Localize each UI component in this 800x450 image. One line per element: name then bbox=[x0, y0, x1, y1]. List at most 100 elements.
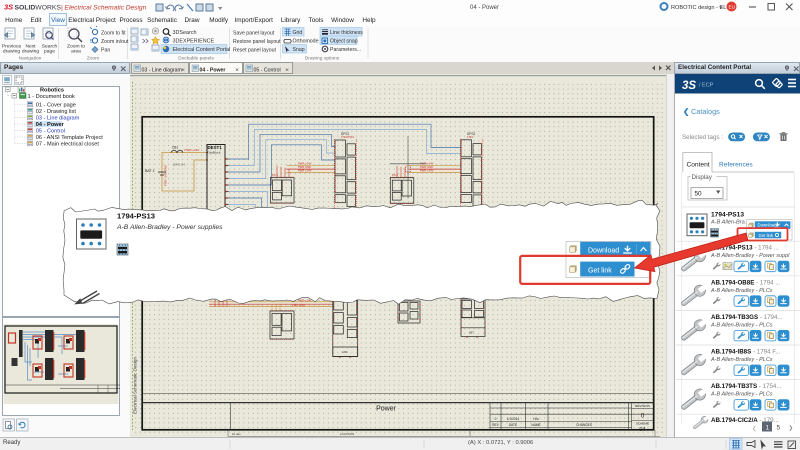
svg-text:1794-PS13: 1794-PS13 bbox=[341, 135, 355, 139]
svg-text:Download: Download bbox=[758, 223, 778, 228]
svg-text:drawing: drawing bbox=[22, 49, 39, 55]
svg-text:PS 1: PS 1 bbox=[272, 173, 279, 177]
svg-text:A-B Allen-Bradley - PLCs: A-B Allen-Bradley - PLCs bbox=[710, 392, 773, 398]
svg-text:REVISION: REVISION bbox=[635, 404, 650, 408]
svg-text:ROBOTIC design - ELU: ROBOTIC design - ELU bbox=[671, 5, 730, 11]
svg-text:NAME: NAME bbox=[531, 423, 540, 427]
svg-text:SCHEME: SCHEME bbox=[636, 422, 649, 426]
svg-text:05 - Control: 05 - Control bbox=[36, 129, 65, 135]
svg-text:Draw: Draw bbox=[185, 17, 200, 24]
svg-text:1794-PS13: 1794-PS13 bbox=[711, 212, 744, 219]
svg-text:AB.1794-IB8S - 1794 F...: AB.1794-IB8S - 1794 F... bbox=[711, 349, 781, 356]
svg-text:PWR +24V: PWR +24V bbox=[298, 298, 312, 302]
svg-text:❮: ❮ bbox=[683, 107, 689, 116]
svg-text:BAT 1: BAT 1 bbox=[145, 169, 155, 173]
svg-text:A-B Allen-Bradley - PLCs: A-B Allen-Bradley - PLCs bbox=[710, 357, 773, 363]
svg-text:Electrical Project: Electrical Project bbox=[68, 17, 116, 24]
svg-text:Help: Help bbox=[362, 17, 376, 24]
svg-text:✕: ✕ bbox=[181, 67, 185, 73]
svg-text:Process: Process bbox=[119, 17, 142, 24]
svg-text:3S: 3S bbox=[4, 3, 13, 12]
svg-text:DATE: DATE bbox=[509, 423, 517, 427]
svg-text:Robotics: Robotics bbox=[40, 87, 64, 93]
svg-text:AB.1794-TB3GS - 1794...: AB.1794-TB3GS - 1794... bbox=[711, 314, 783, 321]
svg-text:Library: Library bbox=[281, 17, 301, 24]
svg-text:REV: REV bbox=[492, 423, 499, 427]
svg-text:Power: Power bbox=[376, 406, 397, 413]
svg-text:HJs: HJs bbox=[533, 417, 539, 421]
svg-text:1: 1 bbox=[766, 425, 770, 432]
svg-text:PWR +24V GND: PWR +24V GND bbox=[164, 165, 168, 186]
svg-text:[24V] G4: [24V] G4 bbox=[173, 163, 185, 167]
svg-text:Object snap: Object snap bbox=[330, 39, 358, 45]
svg-text:PWR +24V: PWR +24V bbox=[420, 168, 434, 172]
svg-text:Zoom in/out: Zoom in/out bbox=[101, 39, 129, 45]
svg-text:AB.1794-TB3TS - 1754...: AB.1794-TB3TS - 1754... bbox=[711, 383, 782, 390]
svg-text:EU: EU bbox=[729, 4, 735, 9]
svg-text:50: 50 bbox=[695, 191, 703, 198]
svg-text:DistBlock: DistBlock bbox=[208, 151, 221, 155]
svg-text:1794: 1794 bbox=[467, 135, 473, 139]
svg-text:AB.1794-OB8E - 1794 ...: AB.1794-OB8E - 1794 ... bbox=[711, 279, 781, 286]
svg-text:Pan: Pan bbox=[101, 48, 110, 54]
svg-text:3DEXPERIENCE: 3DEXPERIENCE bbox=[173, 39, 215, 45]
svg-text:02 - Drawing list: 02 - Drawing list bbox=[36, 109, 77, 115]
svg-text:| Electrical Schematic Design: | Electrical Schematic Design bbox=[61, 5, 147, 12]
svg-text:LOCATION: LOCATION bbox=[340, 432, 354, 436]
svg-text:Modify: Modify bbox=[209, 17, 229, 24]
svg-text:1/1/2014: 1/1/2014 bbox=[507, 417, 520, 421]
svg-text:/ ECP: / ECP bbox=[699, 83, 714, 89]
svg-text:PWR GND: PWR GND bbox=[292, 303, 305, 307]
svg-text:04 - Power: 04 - Power bbox=[200, 67, 226, 73]
svg-text:3DSearch: 3DSearch bbox=[173, 30, 197, 36]
svg-text:Selected tags :: Selected tags : bbox=[682, 134, 723, 141]
svg-text:Electrical Schematic Design: Electrical Schematic Design bbox=[133, 357, 138, 414]
svg-text:CB1: CB1 bbox=[172, 146, 178, 150]
svg-text:A-B Allen-Bradley - PLCs: A-B Allen-Bradley - PLCs bbox=[710, 322, 773, 328]
svg-text:Grid: Grid bbox=[293, 30, 303, 36]
svg-text:❯: ❯ bbox=[789, 425, 794, 432]
svg-text:0: 0 bbox=[495, 417, 497, 421]
svg-text:5: 5 bbox=[90, 39, 93, 45]
svg-text:Import/Export: Import/Export bbox=[235, 17, 274, 24]
svg-text:05 - Control: 05 - Control bbox=[254, 67, 281, 73]
svg-text:ABT: ABT bbox=[469, 332, 474, 335]
svg-text:Schematic: Schematic bbox=[147, 17, 178, 24]
svg-text:Catalogs: Catalogs bbox=[691, 107, 720, 116]
svg-text:PWR +24V: PWR +24V bbox=[298, 162, 312, 166]
svg-text:Window: Window bbox=[331, 17, 354, 24]
svg-text:Drawing options: Drawing options bbox=[305, 56, 340, 62]
svg-text:Reset panel layout: Reset panel layout bbox=[233, 48, 277, 54]
svg-text:Get link: Get link bbox=[759, 233, 774, 238]
svg-text:PS 2: PS 2 bbox=[392, 173, 399, 177]
svg-text:drawing: drawing bbox=[3, 49, 20, 55]
svg-text:03 - Line diagram: 03 - Line diagram bbox=[142, 67, 182, 73]
svg-text:Tools: Tools bbox=[309, 17, 324, 24]
svg-text:3S: 3S bbox=[682, 80, 696, 92]
svg-text:GND: GND bbox=[342, 351, 348, 354]
svg-text:PWR GND: PWR GND bbox=[298, 165, 311, 169]
svg-text:Zoom: Zoom bbox=[87, 56, 99, 62]
svg-text:06 - ANSI Template Project: 06 - ANSI Template Project bbox=[36, 135, 103, 141]
svg-text:SOLIDWORKS: SOLIDWORKS bbox=[15, 5, 62, 12]
svg-text:Edit: Edit bbox=[30, 17, 41, 24]
svg-text:Snap: Snap bbox=[293, 47, 305, 53]
svg-text:Electrical Content Portal: Electrical Content Portal bbox=[173, 47, 231, 53]
svg-text:PWR +24V: PWR +24V bbox=[185, 148, 200, 152]
svg-text:01 - Cover page: 01 - Cover page bbox=[36, 103, 76, 109]
svg-text:07 - Main electrical closet: 07 - Main electrical closet bbox=[36, 142, 100, 148]
svg-text:04 - Power: 04 - Power bbox=[470, 5, 499, 11]
svg-text:A-B Allen-Bradley - Power supp: A-B Allen-Bradley - Power suppl bbox=[710, 253, 790, 259]
svg-text:✕: ✕ bbox=[285, 67, 289, 73]
svg-text:Dockable panels: Dockable panels bbox=[178, 56, 214, 62]
svg-text:03 - Line diagram: 03 - Line diagram bbox=[36, 116, 80, 122]
svg-text:0: 0 bbox=[641, 413, 645, 420]
svg-text:DEST1: DEST1 bbox=[208, 145, 223, 150]
svg-text:View: View bbox=[51, 17, 65, 24]
svg-text:Orthomode: Orthomode bbox=[293, 39, 319, 45]
svg-text:Zoom to fit: Zoom to fit bbox=[101, 31, 126, 37]
svg-text:1 - Document book: 1 - Document book bbox=[28, 94, 75, 100]
svg-text:04 - Power: 04 - Power bbox=[36, 122, 65, 128]
svg-text:page: page bbox=[44, 50, 55, 55]
svg-text:for dev.: for dev. bbox=[232, 432, 241, 436]
